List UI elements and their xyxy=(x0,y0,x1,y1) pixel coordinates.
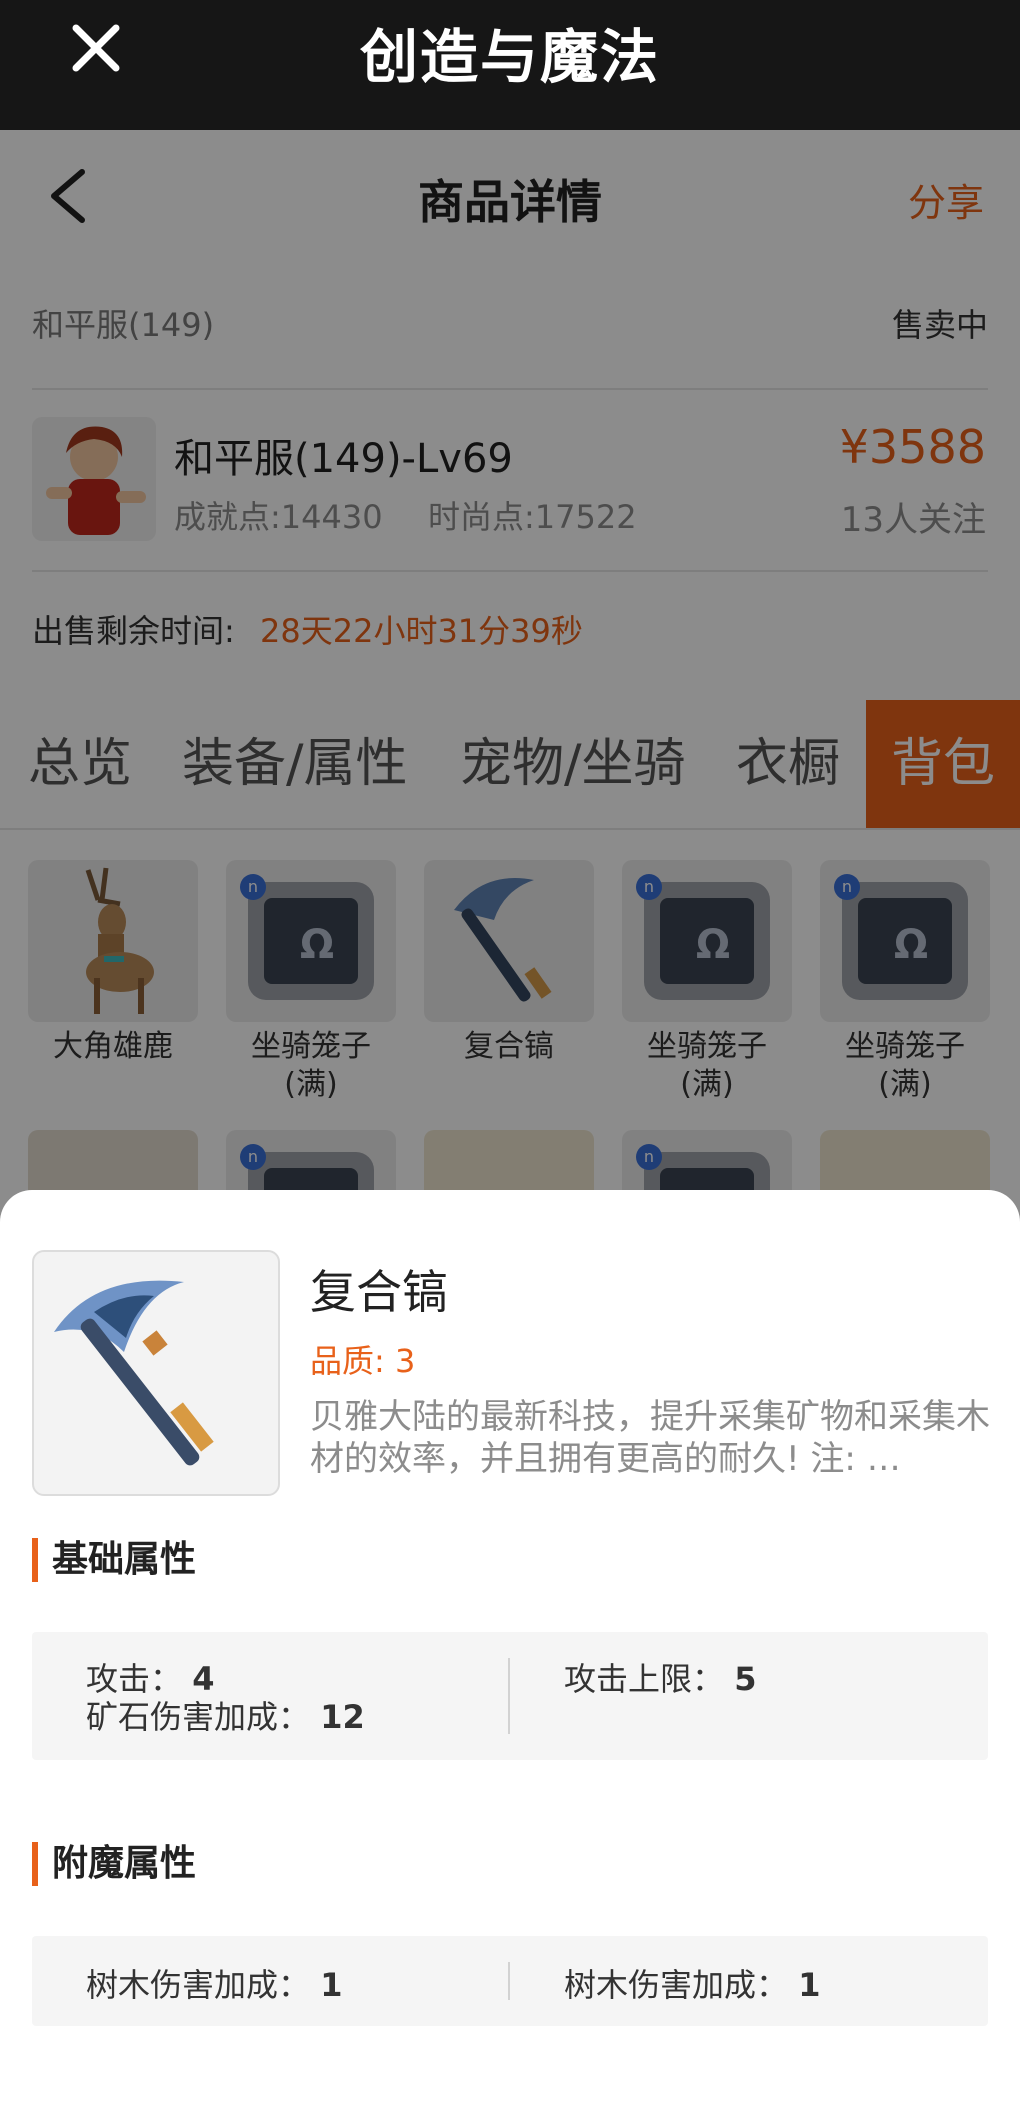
attr-ore-damage: 矿石伤害加成： 12 xyxy=(86,1692,365,1738)
item-name: 复合镐 xyxy=(310,1265,448,1319)
item-detail-sheet: 复合镐 品质: 3 贝雅大陆的最新科技，提升采集矿物和采集木材的效率，并且拥有更… xyxy=(0,1190,1020,2125)
divider xyxy=(508,1962,510,2000)
item-quality: 品质: 3 xyxy=(310,1342,416,1380)
enchant-attributes-panel: 树木伤害加成： 1 树木伤害加成： 1 xyxy=(32,1936,988,2026)
attr-value: 1 xyxy=(798,1966,821,2004)
basic-attributes-panel: 攻击： 4 矿石伤害加成： 12 攻击上限： 5 xyxy=(32,1632,988,1760)
enchant-attributes-title: 附魔属性 xyxy=(32,1842,196,1886)
attr-label: 攻击上限： xyxy=(564,1660,725,1698)
attr-label: 树木伤害加成： xyxy=(564,1966,789,2004)
attr-label: 矿石伤害加成： xyxy=(86,1698,311,1736)
divider xyxy=(508,1658,510,1734)
app-title-bar: 创造与魔法 xyxy=(0,0,1020,130)
pickaxe-icon xyxy=(32,1250,280,1496)
attr-label: 树木伤害加成： xyxy=(86,1966,311,2004)
basic-attributes-title: 基础属性 xyxy=(32,1538,196,1582)
item-description: 贝雅大陆的最新科技，提升采集矿物和采集木材的效率，并且拥有更高的耐久! 注: … xyxy=(310,1397,990,1479)
attr-value: 1 xyxy=(320,1966,343,2004)
attr-value: 5 xyxy=(734,1660,757,1698)
attr-wood-damage: 树木伤害加成： 1 xyxy=(564,1960,820,2006)
attr-wood-damage: 树木伤害加成： 1 xyxy=(86,1960,342,2006)
app-title: 创造与魔法 xyxy=(359,23,660,91)
attr-attack-cap: 攻击上限： 5 xyxy=(564,1654,756,1700)
attr-value: 12 xyxy=(320,1698,365,1736)
